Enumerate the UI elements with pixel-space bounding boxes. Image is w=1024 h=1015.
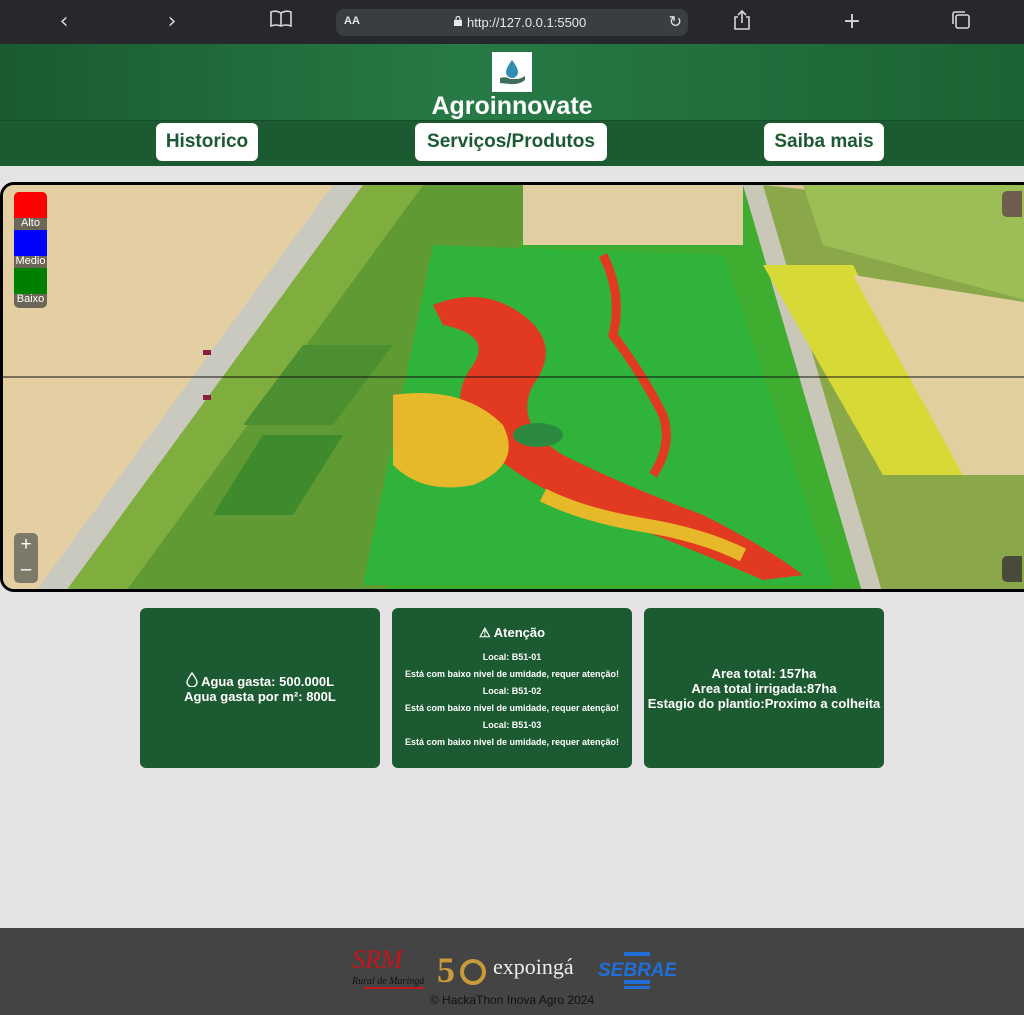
humidity-legend: Alto Medio Baixo	[14, 192, 47, 308]
warning-icon: ⚠	[478, 625, 491, 640]
legend-swatch-medio	[14, 230, 47, 256]
back-icon[interactable]: ‹	[52, 10, 76, 34]
svg-text:SRM: SRM	[352, 945, 404, 974]
info-icon[interactable]	[1002, 556, 1022, 582]
site-header: Agroinnovate Historico Serviços/Produtos…	[0, 44, 1024, 166]
legend-label-baixo: Baixo	[16, 293, 45, 305]
water-drop-icon	[186, 671, 198, 688]
svg-text:expoingá: expoingá	[493, 954, 574, 979]
srm-logo: SRM Rural de Maringá	[351, 945, 424, 989]
hand-drop-icon	[500, 60, 525, 85]
water-spent-text: Agua gasta: 500.000L	[201, 674, 335, 689]
aerial-field-image	[3, 185, 1024, 589]
area-irrigated-text: Area total irrigada:87ha	[691, 680, 837, 696]
map-control-top-right[interactable]	[1002, 191, 1022, 217]
alert-title: Atenção	[493, 625, 546, 640]
legend-label-alto: Alto	[21, 217, 40, 229]
zoom-in-button[interactable]: +	[14, 533, 38, 558]
svg-text:Rural de Maringá: Rural de Maringá	[351, 976, 424, 987]
alert-message: Está com baixo nivel de umidade, requer …	[404, 703, 620, 713]
zoom-control: + –	[14, 533, 38, 583]
legend-swatch-baixo	[14, 268, 47, 294]
copyright-text: © HackaThon Inova Agro 2024	[429, 993, 595, 1007]
legend-swatch-alto	[14, 192, 47, 218]
planting-stage-text: Estagio do plantio:Proximo a colheita	[647, 695, 881, 711]
alert-location: Local: B51-03	[482, 720, 542, 730]
water-per-m2-text: Agua gasta por m²: 800L	[184, 689, 336, 704]
browser-toolbar: ‹ › AA http://127.0.0.1:5500 ↻ +	[0, 0, 1024, 44]
brand-title: Agroinnovate	[431, 92, 593, 120]
area-total-text: Area total: 157ha	[711, 665, 817, 681]
url-text: http://127.0.0.1:5500	[467, 15, 587, 30]
nav-historico-button[interactable]: Historico	[156, 123, 258, 161]
alert-location: Local: B51-02	[482, 686, 542, 696]
alert-message: Está com baixo nivel de umidade, requer …	[404, 737, 620, 747]
share-icon[interactable]	[730, 9, 754, 34]
zoom-out-button[interactable]: –	[14, 558, 38, 583]
expoinga-logo: 5 expoingá	[437, 950, 574, 990]
tabs-icon[interactable]	[949, 10, 973, 34]
field-map[interactable]: Alto Medio Baixo + –	[0, 182, 1024, 592]
svg-text:SEBRAE: SEBRAE	[598, 960, 676, 981]
site-footer: SRM Rural de Maringá 5 expoingá SEBRAE ©…	[0, 928, 1024, 1015]
lock-icon	[454, 16, 462, 26]
nav-servicos-button[interactable]: Serviços/Produtos	[415, 123, 607, 161]
alert-message: Está com baixo nivel de umidade, requer …	[404, 669, 620, 679]
nav-saiba-mais-button[interactable]: Saiba mais	[764, 123, 884, 161]
reload-icon[interactable]: ↻	[669, 12, 682, 31]
logo[interactable]	[492, 52, 532, 92]
water-usage-card: Agua gasta: 500.000L Agua gasta por m²: …	[140, 608, 380, 768]
text-size-button[interactable]: AA	[344, 15, 360, 27]
area-card: Area total: 157ha Area total irrigada:87…	[644, 608, 884, 768]
svg-text:5: 5	[437, 950, 455, 990]
forward-icon[interactable]: ›	[160, 10, 184, 34]
sebrae-logo: SEBRAE	[598, 952, 676, 989]
reader-icon[interactable]	[269, 10, 293, 34]
legend-label-medio: Medio	[15, 255, 46, 267]
alert-card: ⚠ Atenção Local: B51-01 Está com baixo n…	[392, 608, 632, 768]
address-bar[interactable]: AA http://127.0.0.1:5500 ↻	[336, 9, 688, 36]
alert-location: Local: B51-01	[482, 652, 542, 662]
new-tab-icon[interactable]: +	[840, 10, 864, 34]
